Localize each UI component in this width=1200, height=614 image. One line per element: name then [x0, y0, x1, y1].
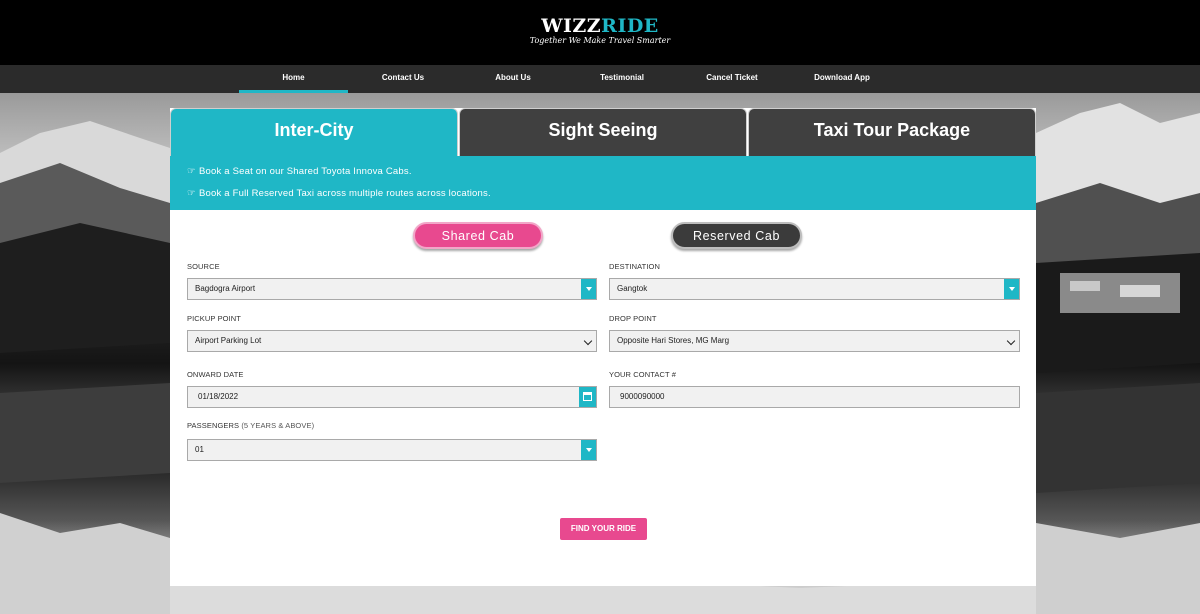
- logo-ride: RIDE: [601, 15, 659, 37]
- chevron-down-icon: [583, 336, 593, 346]
- booking-card: Inter-City Sight Seeing Taxi Tour Packag…: [170, 108, 1036, 586]
- caret-down-icon: [581, 440, 596, 460]
- passengers-label: PASSENGERS (5 YEARS & ABOVE): [187, 421, 314, 430]
- thumbs-up-icon: ☞: [187, 166, 196, 177]
- reserved-cab-button[interactable]: Reserved Cab: [671, 222, 802, 249]
- contact-label: YOUR CONTACT #: [609, 370, 676, 379]
- destination-label: DESTINATION: [609, 262, 660, 271]
- booking-tabs: Inter-City Sight Seeing Taxi Tour Packag…: [170, 108, 1036, 156]
- nav-about-us[interactable]: About Us: [480, 65, 546, 93]
- nav-cancel-ticket[interactable]: Cancel Ticket: [696, 65, 768, 93]
- logo-wizz: WIZZ: [541, 15, 602, 37]
- logo-tagline: Together We Make Travel Smarter: [529, 36, 671, 45]
- drop-value: Opposite Hari Stores, MG Marg: [617, 336, 730, 345]
- main-nav: Home Contact Us About Us Testimonial Can…: [0, 65, 1200, 93]
- header: WIZZRIDE Together We Make Travel Smarter: [0, 0, 1200, 65]
- destination-value: Gangtok: [617, 284, 648, 293]
- calendar-icon[interactable]: [579, 387, 596, 407]
- drop-select[interactable]: Opposite Hari Stores, MG Marg: [609, 330, 1020, 352]
- find-your-ride-button[interactable]: FIND YOUR RIDE: [560, 518, 647, 540]
- shared-cab-button[interactable]: Shared Cab: [413, 222, 543, 249]
- nav-contact-us[interactable]: Contact Us: [365, 65, 441, 93]
- nav-home[interactable]: Home: [239, 65, 348, 93]
- pickup-select[interactable]: Airport Parking Lot: [187, 330, 597, 352]
- passengers-sublabel: (5 YEARS & ABOVE): [241, 421, 315, 430]
- contact-input[interactable]: 9000090000: [609, 386, 1020, 408]
- chevron-down-icon: [1006, 336, 1016, 346]
- tab-inter-city[interactable]: Inter-City: [170, 108, 458, 156]
- nav-testimonial[interactable]: Testimonial: [585, 65, 659, 93]
- tab-taxi-tour-package[interactable]: Taxi Tour Package: [748, 108, 1036, 156]
- info-text-reserved: Book a Full Reserved Taxi across multipl…: [199, 188, 491, 199]
- tab-sight-seeing[interactable]: Sight Seeing: [459, 108, 747, 156]
- nav-download-app[interactable]: Download App: [804, 65, 880, 93]
- logo[interactable]: WIZZRIDE Together We Make Travel Smarter: [0, 16, 1200, 46]
- thumbs-up-icon: ☞: [187, 188, 196, 199]
- info-text-shared: Book a Seat on our Shared Toyota Innova …: [199, 166, 412, 177]
- info-line-shared: ☞ Book a Seat on our Shared Toyota Innova…: [187, 166, 412, 177]
- passengers-select[interactable]: 01: [187, 439, 597, 461]
- info-band: ☞ Book a Seat on our Shared Toyota Innova…: [170, 156, 1036, 210]
- passengers-label-text: PASSENGERS: [187, 421, 240, 430]
- info-line-reserved: ☞ Book a Full Reserved Taxi across multip…: [187, 188, 491, 199]
- caret-down-icon: [1004, 279, 1019, 299]
- pickup-value: Airport Parking Lot: [195, 336, 262, 345]
- drop-label: DROP POINT: [609, 314, 657, 323]
- caret-down-icon: [581, 279, 596, 299]
- source-label: SOURCE: [187, 262, 220, 271]
- onward-date-value: 01/18/2022: [198, 392, 239, 401]
- onward-date-label: ONWARD DATE: [187, 370, 244, 379]
- source-value: Bagdogra Airport: [195, 284, 256, 293]
- destination-select[interactable]: Gangtok: [609, 278, 1020, 300]
- passengers-value: 01: [195, 445, 204, 454]
- source-select[interactable]: Bagdogra Airport: [187, 278, 597, 300]
- pickup-label: PICKUP POINT: [187, 314, 241, 323]
- onward-date-input[interactable]: 01/18/2022: [187, 386, 597, 408]
